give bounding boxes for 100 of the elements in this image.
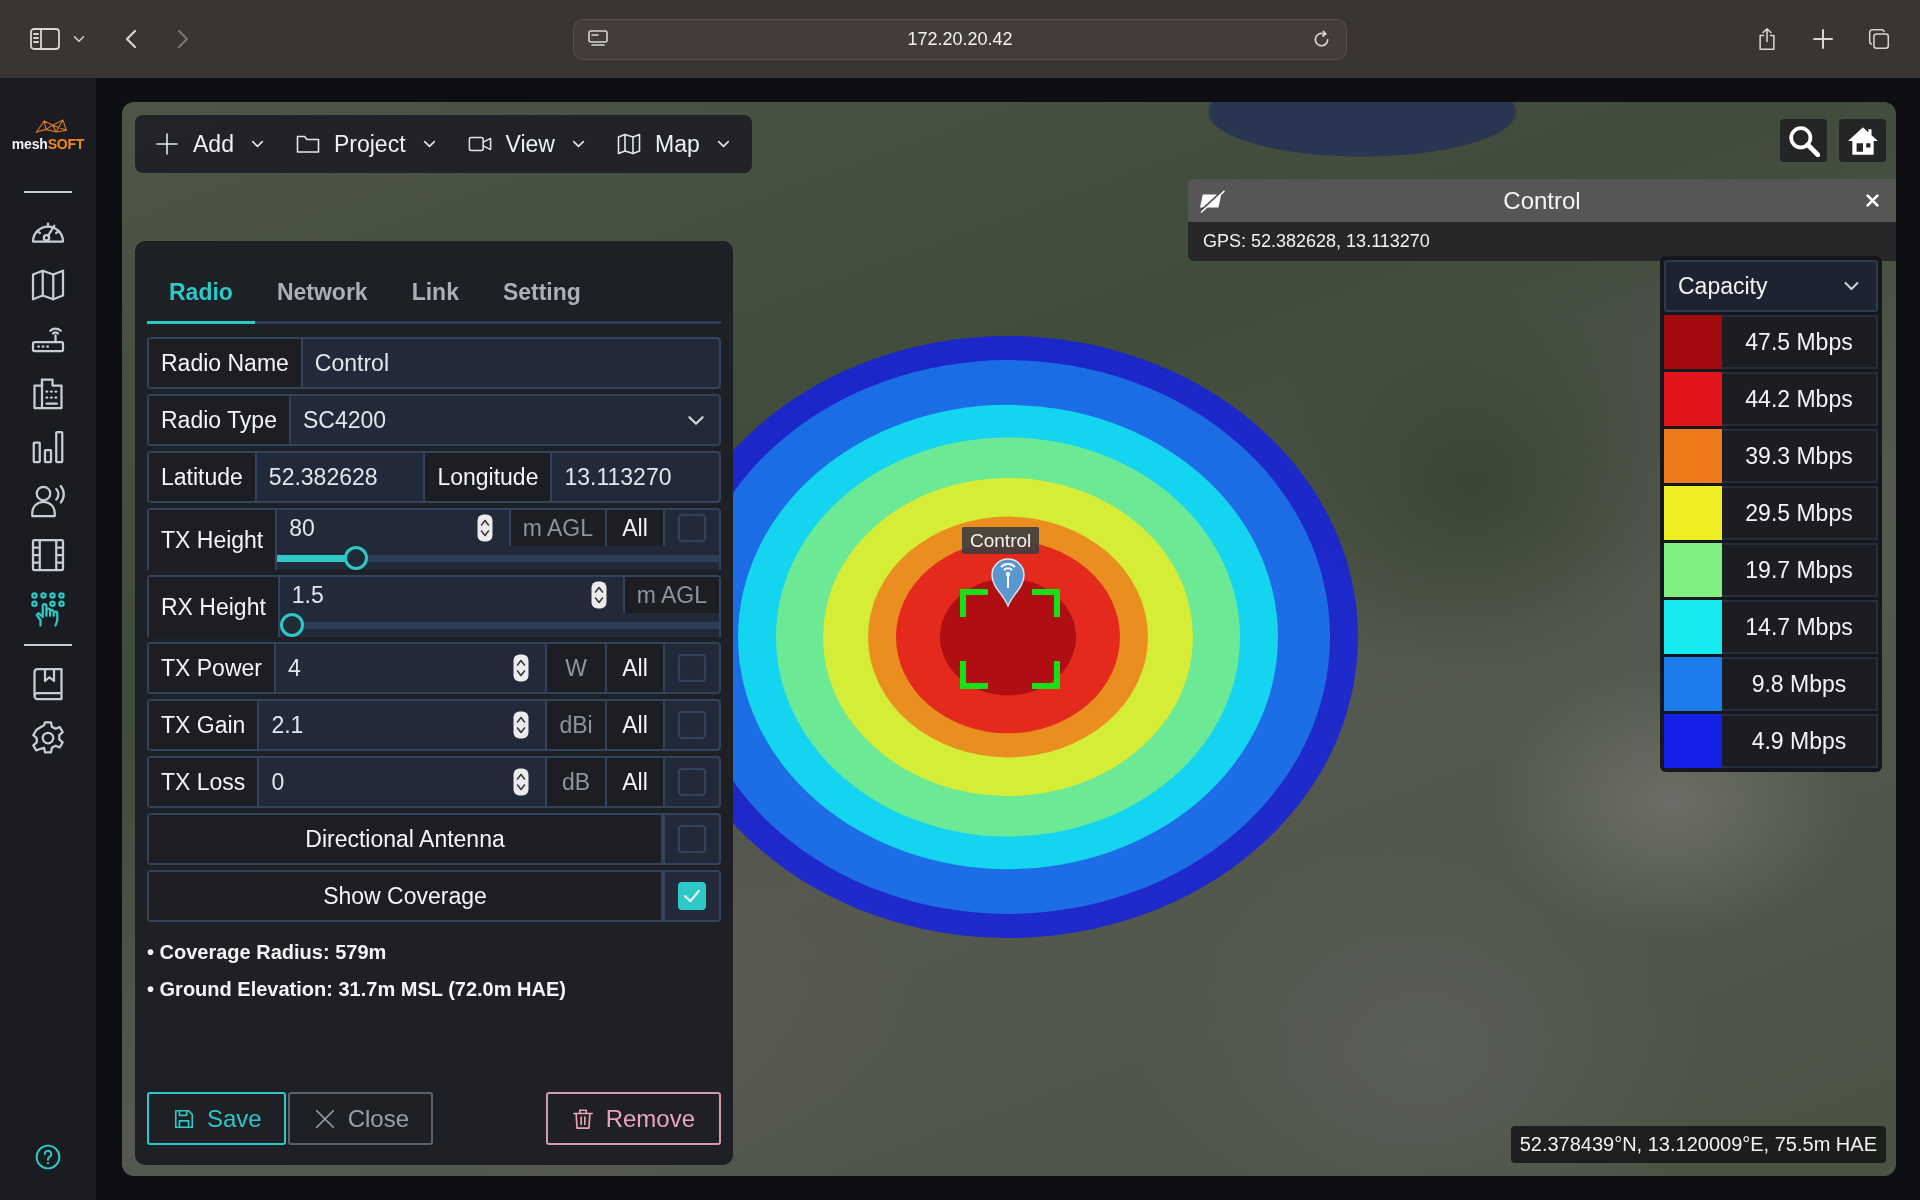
back-icon[interactable] — [125, 29, 137, 49]
close-icon — [313, 1107, 336, 1130]
select-field[interactable]: SC4200 — [290, 396, 719, 444]
unit-label: W — [545, 644, 605, 692]
reload-icon[interactable] — [1312, 29, 1331, 49]
field-label: TX Power — [149, 644, 276, 692]
search-button[interactable] — [1780, 119, 1827, 162]
save-button[interactable]: Save — [147, 1092, 286, 1145]
menu-button[interactable]: Add — [155, 130, 264, 158]
address-field[interactable]: 172.20.20.42 — [573, 18, 1347, 60]
slider-thumb[interactable] — [344, 546, 369, 570]
checkbox[interactable] — [678, 882, 706, 910]
speaking-person-icon[interactable] — [30, 483, 66, 519]
spinner-icon[interactable] — [476, 514, 493, 542]
tab[interactable]: Network — [254, 263, 390, 324]
checkbox[interactable] — [678, 825, 706, 853]
spinner-icon[interactable] — [513, 711, 529, 739]
legend-select[interactable]: Capacity — [1664, 260, 1878, 312]
info-text: • Ground Elevation: 31.7m MSL (72.0m HAE) — [147, 977, 567, 1002]
bookmark-book-icon[interactable] — [30, 666, 66, 702]
text-field[interactable]: 13.113270 — [552, 453, 719, 501]
unit-label: m AGL — [622, 577, 719, 613]
info-text: • Coverage Radius: 579m — [147, 940, 388, 965]
checkbox[interactable] — [678, 711, 706, 739]
field-label: Radio Name — [149, 339, 303, 387]
folder-icon — [295, 133, 320, 155]
unit-label: dB — [545, 758, 605, 806]
field-label: Show Coverage — [149, 872, 663, 920]
mesh-network-icon — [34, 118, 68, 134]
apply-all-label: All — [605, 644, 663, 692]
slider-track[interactable] — [279, 613, 719, 637]
selection-frame-icon — [960, 589, 1060, 689]
unit-label: dBi — [545, 701, 605, 749]
cursor-coordinates: 52.378439°N, 13.120009°E, 75.5m HAE — [1510, 1126, 1886, 1163]
field-label: TX Loss — [149, 758, 260, 806]
field-label: TX Height — [149, 510, 278, 570]
save-icon — [173, 1107, 195, 1130]
settings-icon[interactable] — [30, 720, 66, 756]
slider-thumb[interactable] — [279, 613, 304, 637]
sidebar-toggle-icon[interactable] — [30, 28, 60, 50]
menu-button[interactable]: View — [467, 130, 585, 158]
map-icon[interactable] — [30, 267, 66, 303]
tab[interactable]: Radio — [147, 263, 255, 324]
text-field[interactable]: Control — [302, 339, 719, 387]
field-label: Longitude — [423, 453, 553, 501]
legend-label: 44.2 Mbps — [1722, 372, 1878, 426]
map-icon — [616, 133, 641, 155]
number-field[interactable]: 0 — [259, 758, 545, 806]
spinner-icon[interactable] — [590, 581, 607, 609]
trash-icon — [571, 1107, 594, 1130]
close-icon[interactable] — [1866, 194, 1879, 207]
plus-icon — [155, 133, 179, 155]
home-button[interactable] — [1839, 119, 1886, 162]
chevron-down-icon — [687, 414, 705, 426]
number-field[interactable]: 2.1 — [259, 701, 545, 749]
chevron-down-icon[interactable] — [73, 35, 85, 43]
legend-label: 19.7 Mbps — [1722, 543, 1878, 597]
text-field[interactable]: 52.382628 — [256, 453, 424, 501]
bar-chart-icon[interactable] — [30, 429, 66, 465]
legend-label: 39.3 Mbps — [1722, 429, 1878, 483]
number-field[interactable]: 4 — [276, 644, 545, 692]
checkbox[interactable] — [678, 768, 706, 796]
legend-label: 4.9 Mbps — [1722, 714, 1878, 768]
tab[interactable]: Link — [389, 263, 481, 324]
remove-button[interactable]: Remove — [545, 1092, 721, 1145]
chevron-down-icon — [422, 140, 436, 148]
spinner-icon[interactable] — [513, 654, 529, 682]
hand-tap-icon[interactable] — [30, 591, 66, 627]
legend-label: 47.5 Mbps — [1722, 315, 1878, 369]
checkbox[interactable] — [678, 514, 706, 542]
menu-button[interactable]: Project — [295, 130, 436, 158]
field-label: TX Gain — [149, 701, 260, 749]
marker-label: Control — [962, 527, 1040, 554]
film-icon[interactable] — [30, 537, 66, 573]
close-button[interactable]: Close — [287, 1092, 434, 1145]
slider-track[interactable] — [277, 546, 719, 570]
tab[interactable]: Setting — [480, 263, 603, 324]
spinner-icon[interactable] — [513, 768, 529, 796]
field-label: RX Height — [149, 577, 280, 637]
checkbox[interactable] — [678, 654, 706, 682]
apply-all-label: All — [605, 758, 663, 806]
chevron-down-icon — [1843, 281, 1860, 291]
tabs-icon[interactable] — [1868, 27, 1890, 51]
building-icon[interactable] — [30, 375, 66, 411]
chevron-down-icon — [571, 140, 585, 148]
share-icon[interactable] — [1756, 27, 1778, 51]
crossed-out-icon — [1198, 188, 1226, 213]
legend-label: 9.8 Mbps — [1722, 657, 1878, 711]
menu-button[interactable]: Map — [616, 130, 730, 158]
logo-wordmark: meshSOFT — [11, 135, 85, 153]
legend-label: 14.7 Mbps — [1722, 600, 1878, 654]
number-field[interactable]: 80 — [277, 510, 509, 546]
chevron-down-icon — [250, 140, 264, 148]
site-icon — [588, 30, 608, 48]
popup-title: Control — [1502, 186, 1582, 215]
number-field[interactable]: 1.5 — [279, 577, 623, 613]
checkmark-icon — [683, 889, 701, 903]
field-label: Directional Antenna — [149, 815, 663, 863]
help-icon[interactable] — [35, 1144, 61, 1170]
plus-icon[interactable] — [1812, 27, 1834, 51]
